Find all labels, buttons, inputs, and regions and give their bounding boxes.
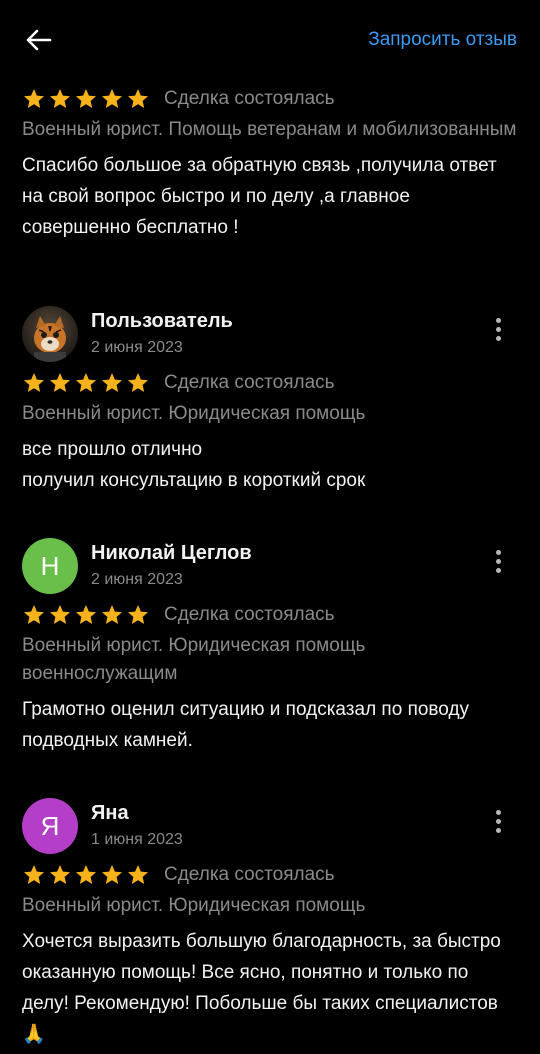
author-name: Пользователь	[91, 310, 233, 332]
avatar[interactable]: Н	[22, 538, 78, 594]
request-review-button[interactable]: Запросить отзыв	[368, 29, 517, 51]
star-icon	[102, 865, 122, 884]
deal-status: Сделка состоялась	[164, 864, 335, 885]
star-icon	[128, 89, 148, 108]
rating-row: Сделка состоялась	[22, 600, 518, 630]
star-rating	[22, 87, 150, 111]
more-options-icon[interactable]	[492, 810, 504, 840]
rating-row: Сделка состоялась	[22, 84, 518, 114]
more-options-icon[interactable]	[492, 550, 504, 580]
star-icon	[50, 865, 70, 884]
star-rating	[22, 863, 150, 887]
top-bar: Запросить отзыв	[0, 0, 540, 80]
tiger-avatar-icon	[22, 306, 78, 362]
star-icon	[24, 605, 44, 624]
author-name: Николай Цеглов	[91, 542, 252, 564]
avatar[interactable]: Я	[22, 798, 78, 854]
review-date: 1 июня 2023	[91, 831, 183, 848]
rating-row: Сделка состоялась	[22, 368, 518, 398]
star-icon	[102, 373, 122, 392]
service-name: Военный юрист. Помощь ветеранам и мобили…	[22, 119, 517, 140]
star-icon	[76, 865, 96, 884]
review-date: 2 июня 2023	[91, 339, 183, 356]
star-icon	[128, 865, 148, 884]
review-text: Хочется выразить большую благодарность, …	[22, 931, 501, 1045]
star-rating	[22, 603, 150, 627]
author-name: Яна	[91, 802, 129, 824]
review-card: Сделка состоялась Военный юрист. Помощь …	[22, 84, 518, 243]
star-icon	[50, 89, 70, 108]
rating-row: Сделка состоялась	[22, 860, 518, 890]
review-text: Грамотно оценил ситуацию и подсказал по …	[22, 699, 470, 751]
review-header: Н Николай Цеглов 2 июня 2023	[22, 538, 518, 600]
star-icon	[102, 605, 122, 624]
service-name: Военный юрист. Юридическая помощь	[22, 895, 366, 916]
star-icon	[76, 89, 96, 108]
review-date: 2 июня 2023	[91, 571, 183, 588]
review-card: Н Николай Цеглов 2 июня 2023 Сделка сост…	[22, 538, 518, 756]
deal-status: Сделка состоялась	[164, 372, 335, 393]
star-icon	[128, 605, 148, 624]
review-text: Спасибо большое за обратную связь ,получ…	[22, 155, 497, 238]
star-icon	[76, 373, 96, 392]
review-header: Пользователь 2 июня 2023	[22, 306, 518, 368]
star-icon	[24, 89, 44, 108]
star-rating	[22, 371, 150, 395]
deal-status: Сделка состоялась	[164, 604, 335, 625]
service-name: Военный юрист. Юридическая помощь	[22, 403, 366, 424]
star-icon	[102, 89, 122, 108]
review-card: Пользователь 2 июня 2023 Сделка состояла…	[22, 306, 518, 496]
more-options-icon[interactable]	[492, 318, 504, 348]
star-icon	[24, 865, 44, 884]
deal-status: Сделка состоялась	[164, 88, 335, 109]
star-icon	[24, 373, 44, 392]
service-name: Военный юрист. Юридическая помощь военно…	[22, 635, 366, 684]
review-text: все прошло отлично получил консультацию …	[22, 439, 366, 491]
review-card: Я Яна 1 июня 2023 Сделка состоялась Воен…	[22, 798, 518, 1050]
back-arrow-icon[interactable]	[22, 24, 56, 56]
star-icon	[50, 605, 70, 624]
star-icon	[128, 373, 148, 392]
avatar[interactable]	[22, 306, 78, 362]
star-icon	[50, 373, 70, 392]
review-header: Я Яна 1 июня 2023	[22, 798, 518, 860]
star-icon	[76, 605, 96, 624]
